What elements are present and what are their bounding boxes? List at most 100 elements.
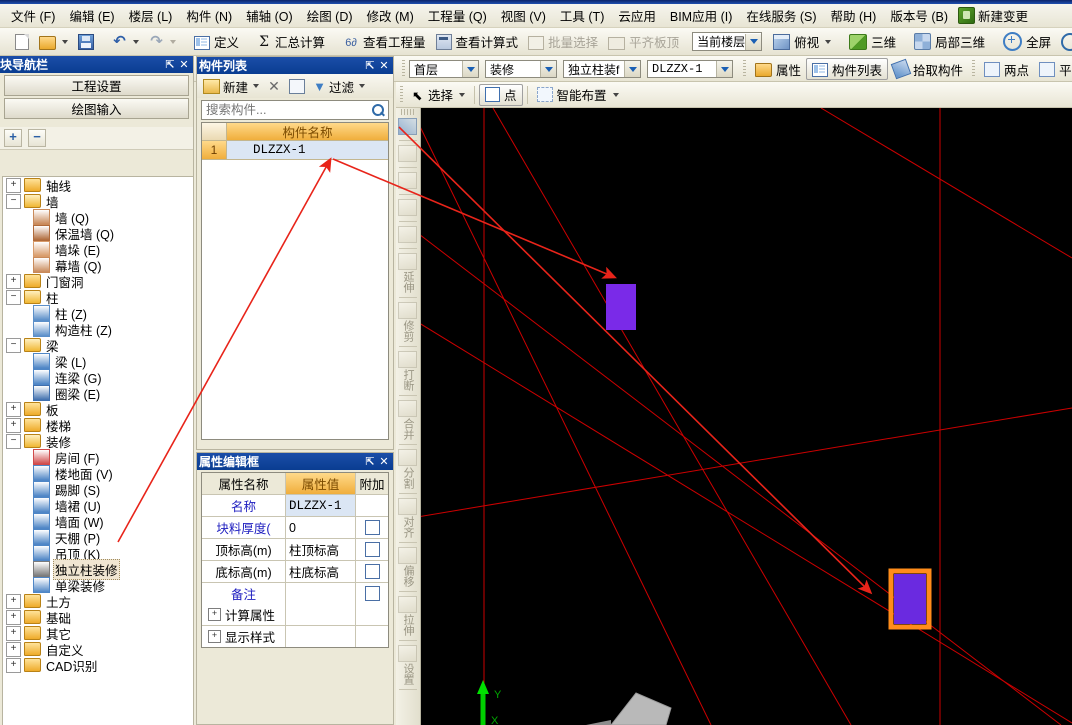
chevron-down-icon[interactable] [624, 61, 640, 77]
pin-icon[interactable]: ⇱ [363, 454, 377, 469]
chevron-down-icon[interactable] [462, 61, 478, 77]
edit-tool-extend-icon[interactable]: 延伸 [396, 251, 419, 295]
category-combo[interactable]: 装修 [485, 60, 557, 78]
partial-3d-button[interactable]: 局部三维 [909, 31, 990, 53]
tree-expander-icon[interactable]: + [208, 608, 221, 621]
edit-tool-copy-rotate-icon[interactable] [396, 143, 419, 165]
tree-node-6[interactable]: + 门窗洞 [3, 273, 193, 290]
property-row[interactable]: 备注 [202, 583, 388, 604]
edit-tool-move-icon[interactable] [396, 197, 419, 219]
property-row-value[interactable]: 柱顶标高 [286, 539, 356, 560]
tree-node-1[interactable]: − 墙 [3, 193, 193, 210]
close-icon[interactable]: ✕ [377, 58, 391, 73]
toolbar-grip[interactable] [972, 60, 976, 78]
menu-item-edit[interactable]: 编辑 (E) [62, 3, 121, 28]
extra-checkbox[interactable] [364, 586, 380, 601]
edit-tool-mirror-icon[interactable] [396, 170, 419, 192]
menu-item-quantity[interactable]: 工程量 (Q) [421, 3, 494, 28]
extra-checkbox[interactable] [364, 520, 380, 535]
menu-item-auxiliary-axis[interactable]: 辅轴 (O) [239, 3, 300, 28]
fullscreen-button[interactable]: 全屏 [998, 31, 1056, 53]
edit-tool-trim-icon[interactable]: 修剪 [396, 300, 419, 344]
tree-node-27[interactable]: + 基础 [3, 609, 193, 626]
view-quantity-button[interactable]: 6∂ 查看工程量 [338, 31, 431, 53]
property-row[interactable]: 底标高(m) 柱底标高 [202, 561, 388, 583]
tree-expander-icon[interactable]: + [6, 641, 21, 657]
tree-node-15[interactable]: + 楼梯 [3, 417, 193, 434]
tree-node-25[interactable]: 单梁装修 [3, 577, 193, 594]
view-formula-button[interactable]: 查看计算式 [431, 31, 524, 53]
property-table[interactable]: 属性名称 属性值 附加 名称 DLZZX-1 块料厚度(0 顶标高(m) 柱顶标高 底标高… [201, 472, 389, 648]
chevron-down-icon[interactable] [612, 92, 619, 97]
menu-item-cloud-app[interactable]: 云应用 [611, 3, 663, 28]
search-input[interactable] [204, 102, 370, 118]
property-row-value[interactable]: 0 [286, 517, 356, 538]
two-point-button[interactable]: 两点 [979, 58, 1034, 80]
parallel-button[interactable]: 平行 [1034, 58, 1072, 80]
property-group-row[interactable]: + 显示样式 [202, 626, 388, 647]
batch-select-button[interactable]: 批量选择 [523, 31, 603, 53]
tree-node-0[interactable]: + 轴线 [3, 177, 193, 194]
chevron-down-icon[interactable] [459, 92, 466, 97]
tree-node-10[interactable]: − 梁 [3, 337, 193, 354]
menu-item-online-service[interactable]: 在线服务 (S) [739, 3, 823, 28]
tree-node-13[interactable]: 圈梁 (E) [3, 385, 193, 402]
expand-all-button[interactable]: + [4, 129, 22, 147]
pin-icon[interactable]: ⇱ [363, 58, 377, 73]
tree-expander-icon[interactable]: + [6, 401, 21, 417]
toolbar-grip[interactable] [402, 60, 405, 78]
undo-button[interactable]: ↶ [107, 31, 144, 53]
new-component-button[interactable]: 新建 [200, 75, 262, 98]
menu-item-help[interactable]: 帮助 (H) [824, 3, 884, 28]
edit-tool-stretch-icon[interactable]: 拉伸 [396, 594, 419, 638]
top-view-button[interactable]: 俯视 [768, 31, 836, 53]
three-d-button[interactable]: 三维 [844, 31, 901, 53]
toolbar-grip[interactable] [401, 109, 415, 115]
toolbar-grip[interactable] [400, 85, 403, 104]
component-row[interactable]: 1 DLZZX-1 [202, 141, 388, 160]
tree-node-26[interactable]: + 土方 [3, 593, 193, 610]
property-row-value[interactable]: DLZZX-1 [286, 495, 356, 516]
extra-checkbox[interactable] [364, 542, 380, 557]
delete-component-button[interactable]: ✕ [264, 77, 284, 95]
tree-node-7[interactable]: − 柱 [3, 289, 193, 306]
chevron-down-icon[interactable] [359, 84, 366, 88]
new-change-button[interactable]: 新建变更 [955, 5, 1034, 26]
tree-expander-icon[interactable]: + [208, 630, 221, 643]
new-file-button[interactable] [8, 31, 34, 53]
menu-item-floor[interactable]: 楼层 (L) [122, 3, 180, 28]
project-settings-button[interactable]: 工程设置 [4, 75, 189, 96]
copy-component-button[interactable] [286, 77, 308, 96]
edit-tool-merge-icon[interactable]: 合并 [396, 398, 419, 442]
property-row[interactable]: 名称 DLZZX-1 [202, 495, 388, 517]
chevron-down-icon[interactable] [745, 33, 762, 50]
component-search-bar[interactable] [201, 100, 389, 120]
toolbar-grip[interactable] [743, 60, 746, 78]
smart-layout-button[interactable]: 智能布置 [532, 84, 624, 106]
tree-node-28[interactable]: + 其它 [3, 625, 193, 642]
summary-calc-button[interactable]: Σ 汇总计算 [252, 31, 330, 53]
chevron-down-icon[interactable] [133, 39, 139, 44]
edit-tool-rotate-icon[interactable] [396, 224, 419, 246]
edit-tool-align-icon[interactable]: 对齐 [396, 496, 419, 540]
collapse-all-button[interactable]: − [28, 129, 46, 147]
tree-expander-icon[interactable]: + [6, 657, 21, 673]
tree-node-5[interactable]: 幕墙 (Q) [3, 257, 193, 274]
property-row-extra[interactable] [356, 539, 388, 560]
property-row[interactable]: 块料厚度(0 [202, 517, 388, 539]
pick-component-button[interactable]: 拾取构件 [888, 58, 968, 80]
tree-expander-icon[interactable]: + [6, 417, 21, 433]
search-icon[interactable] [370, 102, 386, 118]
edit-tool-offset-icon[interactable]: 偏移 [396, 545, 419, 589]
tree-expander-icon[interactable]: + [6, 593, 21, 609]
menu-item-version[interactable]: 版本号 (B) [883, 3, 955, 28]
flat-slab-top-button[interactable]: 平齐板顶 [603, 31, 684, 53]
tree-expander-icon[interactable]: + [6, 625, 21, 641]
tree-node-9[interactable]: 构造柱 (Z) [3, 321, 193, 338]
chevron-down-icon[interactable] [253, 84, 260, 88]
tree-expander-icon[interactable]: − [6, 289, 21, 305]
edit-tool-brush-icon[interactable] [396, 116, 419, 138]
draw-input-button[interactable]: 绘图输入 [4, 98, 189, 119]
tree-node-14[interactable]: + 板 [3, 401, 193, 418]
chevron-down-icon[interactable] [825, 39, 832, 44]
